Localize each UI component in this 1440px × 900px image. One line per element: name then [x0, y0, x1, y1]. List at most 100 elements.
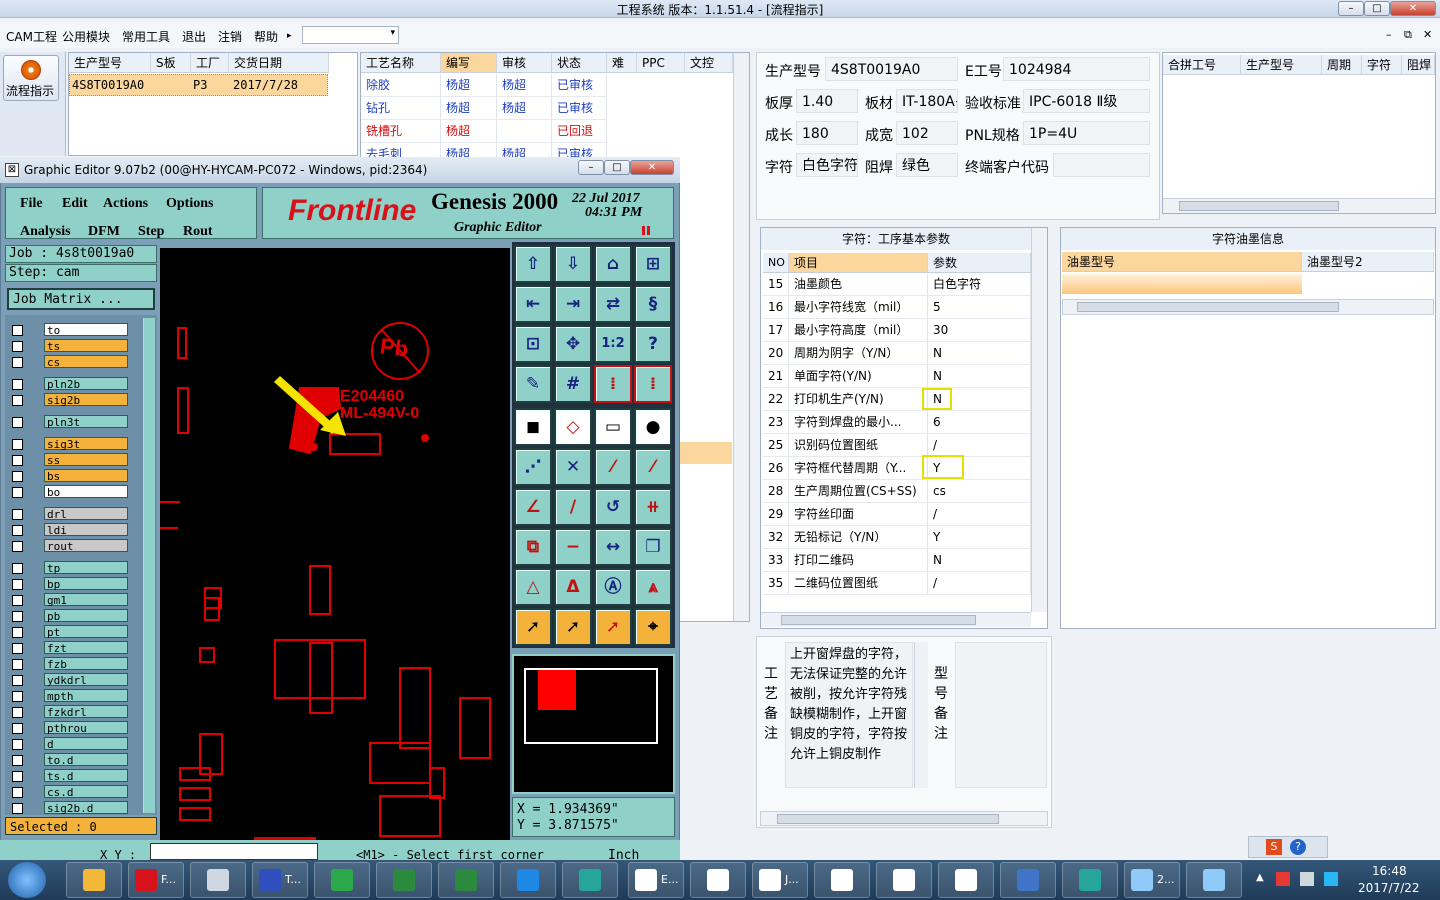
model-note-text[interactable] — [955, 642, 1047, 788]
layer-row[interactable]: tp — [10, 561, 128, 576]
menu-overflow[interactable]: ▸ — [287, 31, 292, 41]
layer-checkbox[interactable] — [12, 563, 23, 574]
layer-row[interactable]: cs — [10, 355, 128, 370]
menu-step[interactable]: Step — [138, 224, 164, 240]
param-value[interactable]: cs — [928, 480, 1031, 503]
layer-row[interactable]: ldi — [10, 523, 128, 538]
process-cell-name[interactable]: 钻孔 — [361, 97, 441, 120]
filter-icon[interactable]: ⁞ — [594, 365, 632, 403]
clock-date[interactable]: 2017/7/22 — [1358, 881, 1420, 895]
taskbar-app[interactable] — [190, 862, 246, 898]
move-icon[interactable]: ⧉ — [514, 528, 552, 566]
layer-checkbox[interactable] — [12, 723, 23, 734]
taskbar-app[interactable]: F... — [128, 862, 184, 898]
save-tool-icon[interactable]: ⇩ — [554, 245, 592, 283]
process-cell-name[interactable]: 铣槽孔 — [361, 120, 441, 143]
layer-name[interactable]: cs.d — [44, 785, 128, 799]
layer-checkbox[interactable] — [12, 417, 23, 428]
field-legend[interactable]: 白色字符 — [796, 153, 858, 177]
layer-name[interactable]: bo — [44, 485, 128, 499]
open-tool-icon[interactable]: ⇧ — [514, 245, 552, 283]
layer-name[interactable]: pb — [44, 609, 128, 623]
process-header-reviewer[interactable]: 审核 — [497, 53, 552, 73]
genesis-close-button[interactable]: ✕ — [630, 160, 674, 175]
window-tool-icon[interactable]: ⊞ — [634, 245, 672, 283]
pointer-4-icon[interactable]: ⌖ — [634, 608, 672, 646]
layer-row[interactable]: ts — [10, 339, 128, 354]
field-customer[interactable] — [1053, 153, 1150, 177]
menu-edit[interactable]: Edit — [62, 196, 88, 212]
angle-icon[interactable]: ∠ — [514, 488, 552, 526]
ink-header-2[interactable]: 油墨型号2 — [1302, 252, 1434, 272]
layer-checkbox[interactable] — [12, 675, 23, 686]
home-tool-icon[interactable]: ⌂ — [594, 245, 632, 283]
layer-name[interactable]: pln3t — [44, 415, 128, 429]
triangle-4-icon[interactable]: ⩓ — [634, 568, 672, 606]
merge-header-period[interactable]: 周期 — [1322, 55, 1362, 75]
layer-row[interactable]: pthrou — [10, 721, 128, 736]
layer-row[interactable]: bo — [10, 485, 128, 500]
layer-name[interactable]: to.d — [44, 753, 128, 767]
layer-name[interactable]: ldi — [44, 523, 128, 537]
zoom-1-2-icon[interactable]: 1:2 — [594, 325, 632, 363]
help-tool-icon[interactable]: ? — [634, 325, 672, 363]
genesis-maximize-button[interactable]: □ — [604, 160, 630, 175]
layer-row[interactable]: to — [10, 323, 128, 338]
merge-header-legend[interactable]: 字符 — [1362, 55, 1402, 75]
taskbar-app[interactable] — [1062, 862, 1118, 898]
minimize-button[interactable]: – — [1338, 1, 1364, 16]
layer-row[interactable]: drl — [10, 507, 128, 522]
dimension-icon[interactable]: ↔ — [594, 528, 632, 566]
layer-checkbox[interactable] — [12, 755, 23, 766]
layer-name[interactable]: rout — [44, 539, 128, 553]
layer-checkbox[interactable] — [12, 357, 23, 368]
tray-icon[interactable] — [1324, 872, 1338, 886]
layer-checkbox[interactable] — [12, 595, 23, 606]
layer-checkbox[interactable] — [12, 471, 23, 482]
line-tool-2-icon[interactable]: ⁄ — [634, 448, 672, 486]
process-header-ppc[interactable]: PPC — [637, 53, 685, 73]
taskbar-app[interactable] — [500, 862, 556, 898]
param-value[interactable]: N — [928, 549, 1031, 572]
param-value[interactable]: 30 — [928, 319, 1031, 342]
param-value[interactable]: 5 — [928, 296, 1031, 319]
taskbar-app[interactable] — [314, 862, 370, 898]
tray-expand-icon[interactable]: ▲ — [1256, 872, 1264, 883]
menu-rout[interactable]: Rout — [183, 224, 213, 240]
process-header-writer[interactable]: 编写 — [441, 53, 497, 73]
field-standard[interactable]: IPC-6018 Ⅱ级 — [1023, 89, 1150, 113]
layer-checkbox[interactable] — [12, 525, 23, 536]
layer-checkbox[interactable] — [12, 379, 23, 390]
field-thickness[interactable]: 1.40 — [796, 89, 858, 113]
layer-checkbox[interactable] — [12, 643, 23, 654]
ime-icon[interactable]: S — [1266, 839, 1282, 855]
minus-icon[interactable]: − — [554, 528, 592, 566]
grid-icon[interactable]: # — [554, 365, 592, 403]
taskbar-app[interactable] — [438, 862, 494, 898]
undo-icon[interactable]: ↺ — [594, 488, 632, 526]
layer-row[interactable]: pb — [10, 609, 128, 624]
layer-checkbox[interactable] — [12, 325, 23, 336]
start-button[interactable] — [8, 862, 46, 898]
line-tool-icon[interactable]: ⁄ — [594, 448, 632, 486]
layer-checkbox[interactable] — [12, 455, 23, 466]
param-value[interactable]: / — [928, 503, 1031, 526]
menu-common-tools[interactable]: 常用工具 — [122, 28, 170, 45]
slash-icon[interactable]: ∕ — [554, 488, 592, 526]
ruler-tool-icon[interactable]: ▭ — [594, 408, 632, 446]
taskbar-app[interactable] — [690, 862, 746, 898]
measure-icon[interactable]: ✎ — [514, 365, 552, 403]
params-header-no[interactable]: NO — [763, 253, 789, 273]
graphic-canvas[interactable] — [160, 248, 510, 840]
layer-checkbox[interactable] — [12, 395, 23, 406]
circle-tool-icon[interactable]: ● — [634, 408, 672, 446]
menu-combo-box[interactable]: ▾ — [302, 26, 399, 44]
genesis-minimize-button[interactable]: – — [578, 160, 604, 175]
layer-row[interactable]: gm1 — [10, 593, 128, 608]
process-header-status[interactable]: 状态 — [552, 53, 607, 73]
taskbar-app[interactable]: 2... — [1124, 862, 1180, 898]
taskbar-app[interactable] — [814, 862, 870, 898]
ink-hscrollbar[interactable] — [1062, 299, 1434, 315]
process-header-name[interactable]: 工艺名称 — [361, 53, 441, 73]
cross-icon[interactable]: ✕ — [554, 448, 592, 486]
